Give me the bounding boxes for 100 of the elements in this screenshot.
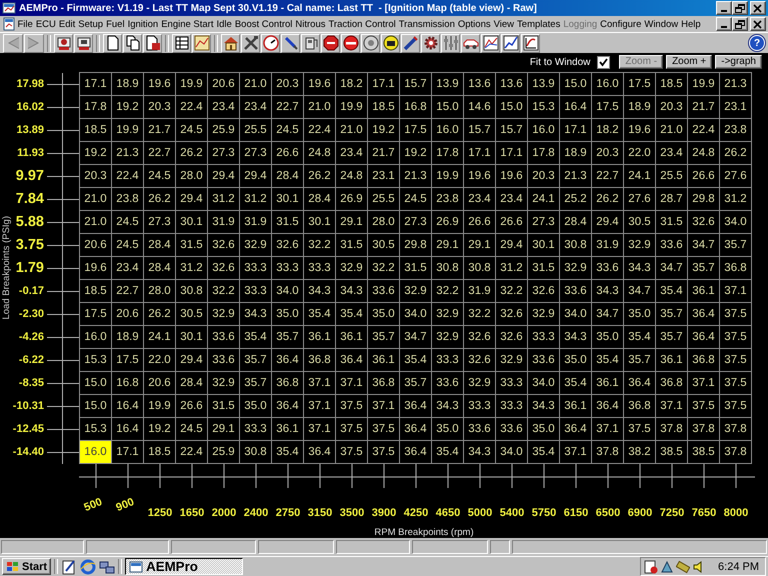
- table-cell[interactable]: 33.6: [592, 256, 623, 279]
- table-cell[interactable]: 16.8: [400, 96, 431, 118]
- table-cell[interactable]: 37.1: [720, 280, 751, 302]
- table-cell[interactable]: 32.9: [432, 302, 463, 325]
- table-cell[interactable]: 37.5: [336, 418, 367, 440]
- document-icon[interactable]: [144, 35, 160, 51]
- table-cell[interactable]: 32.6: [496, 302, 527, 325]
- table-cell[interactable]: 37.1: [656, 394, 687, 417]
- table-cell[interactable]: 28.4: [272, 164, 303, 187]
- table-cell[interactable]: 38.2: [624, 440, 655, 463]
- table-cell[interactable]: 17.8: [80, 96, 111, 118]
- table-cell[interactable]: 37.5: [368, 440, 399, 463]
- table-icon[interactable]: [174, 35, 190, 51]
- table-cell[interactable]: 27.3: [400, 210, 431, 233]
- table-cell[interactable]: 23.4: [656, 142, 687, 164]
- table-cell[interactable]: 28.0: [144, 280, 175, 302]
- table-cell[interactable]: 22.4: [112, 164, 143, 187]
- table-cell[interactable]: 29.1: [464, 234, 495, 256]
- table-cell[interactable]: 21.3: [112, 142, 143, 164]
- table-cell[interactable]: 34.3: [528, 394, 559, 417]
- table-cell[interactable]: 26.2: [144, 302, 175, 325]
- table-cell[interactable]: 23.1: [368, 164, 399, 187]
- table-cell[interactable]: 17.1: [80, 72, 111, 95]
- table-cell[interactable]: 36.4: [400, 394, 431, 417]
- table-cell[interactable]: 31.5: [528, 256, 559, 279]
- table-cell[interactable]: 13.6: [496, 72, 527, 95]
- table-cell[interactable]: 26.6: [176, 394, 207, 417]
- table-cell[interactable]: 24.5: [176, 118, 207, 141]
- table-cell[interactable]: 35.7: [624, 348, 655, 371]
- table-cell[interactable]: 37.5: [720, 372, 751, 394]
- table-cell[interactable]: 32.9: [624, 234, 655, 256]
- table-cell[interactable]: 19.9: [112, 118, 143, 141]
- table-cell[interactable]: 36.4: [688, 302, 719, 325]
- table-cell[interactable]: 32.6: [464, 326, 495, 348]
- taskbar-button[interactable]: AEMPro: [125, 558, 244, 575]
- table-cell[interactable]: 24.5: [112, 210, 143, 233]
- table-cell[interactable]: 34.3: [560, 326, 591, 348]
- table-cell[interactable]: 22.4: [176, 96, 207, 118]
- pen-icon[interactable]: [402, 35, 418, 51]
- table-cell[interactable]: 36.8: [688, 348, 719, 371]
- table-cell[interactable]: 19.2: [112, 96, 143, 118]
- table-cell[interactable]: 26.6: [464, 210, 495, 233]
- table-cell[interactable]: 35.0: [272, 302, 303, 325]
- table-cell[interactable]: 26.6: [272, 142, 303, 164]
- table-cell[interactable]: 22.4: [304, 118, 335, 141]
- table-cell[interactable]: 35.7: [688, 256, 719, 279]
- table-cell[interactable]: 35.4: [624, 326, 655, 348]
- table-cell[interactable]: 15.0: [80, 372, 111, 394]
- start-button[interactable]: Start: [2, 558, 52, 575]
- chip-icon[interactable]: [76, 35, 92, 51]
- menu-item[interactable]: Engine Start: [160, 16, 215, 32]
- table-cell[interactable]: 30.1: [176, 326, 207, 348]
- table-cell[interactable]: 37.8: [720, 440, 751, 463]
- table-cell[interactable]: 36.8: [304, 348, 335, 371]
- table-cell[interactable]: 36.4: [688, 326, 719, 348]
- table-cell[interactable]: 23.4: [464, 188, 495, 210]
- table-cell[interactable]: 31.9: [464, 280, 495, 302]
- help-button[interactable]: ?: [749, 35, 765, 51]
- table-cell[interactable]: 34.3: [592, 280, 623, 302]
- table-cell[interactable]: 35.4: [656, 280, 687, 302]
- menu-item[interactable]: Edit: [57, 16, 77, 32]
- table-cell[interactable]: 32.2: [368, 256, 399, 279]
- graph-icon[interactable]: [522, 35, 538, 51]
- table-cell[interactable]: 33.3: [496, 372, 527, 394]
- table-cell[interactable]: 36.4: [400, 440, 431, 463]
- table-cell[interactable]: 35.4: [592, 348, 623, 371]
- table-cell[interactable]: 31.5: [272, 210, 303, 233]
- table-cell[interactable]: 33.6: [368, 280, 399, 302]
- close-button[interactable]: [750, 1, 766, 15]
- table-cell[interactable]: 36.1: [688, 280, 719, 302]
- table-cell[interactable]: 16.8: [112, 372, 143, 394]
- table-cell[interactable]: 37.8: [720, 418, 751, 440]
- table-cell[interactable]: 37.1: [560, 440, 591, 463]
- menu-item[interactable]: Ignition: [126, 16, 160, 32]
- menu-item[interactable]: ECU: [34, 16, 58, 32]
- table-cell[interactable]: 24.8: [688, 142, 719, 164]
- table-cell[interactable]: 28.4: [304, 188, 335, 210]
- table-cell[interactable]: 36.1: [272, 418, 303, 440]
- table-cell[interactable]: 21.0: [240, 72, 271, 95]
- menu-item[interactable]: Help: [680, 16, 702, 32]
- table-cell[interactable]: 30.1: [272, 188, 303, 210]
- table-cell[interactable]: 35.7: [720, 234, 751, 256]
- table-cell[interactable]: 29.4: [592, 210, 623, 233]
- table-cell[interactable]: 22.0: [624, 142, 655, 164]
- table-cell[interactable]: 33.3: [464, 394, 495, 417]
- table-cell[interactable]: 33.6: [656, 234, 687, 256]
- dial-icon[interactable]: [362, 35, 378, 51]
- table-cell[interactable]: 34.0: [496, 440, 527, 463]
- table-cell[interactable]: 34.0: [272, 280, 303, 302]
- network-icon[interactable]: [99, 558, 116, 574]
- table-cell[interactable]: 31.9: [592, 234, 623, 256]
- table-cell[interactable]: 15.7: [464, 118, 495, 141]
- table-cell[interactable]: 19.9: [432, 164, 463, 187]
- table-cell[interactable]: 16.0: [432, 118, 463, 141]
- table-cell[interactable]: 35.4: [400, 348, 431, 371]
- table-cell[interactable]: 19.6: [304, 72, 335, 95]
- table-cell[interactable]: 25.9: [208, 118, 239, 141]
- table-cell[interactable]: 36.1: [336, 326, 367, 348]
- tray-icon[interactable]: [644, 560, 658, 574]
- table-cell[interactable]: 29.4: [240, 164, 271, 187]
